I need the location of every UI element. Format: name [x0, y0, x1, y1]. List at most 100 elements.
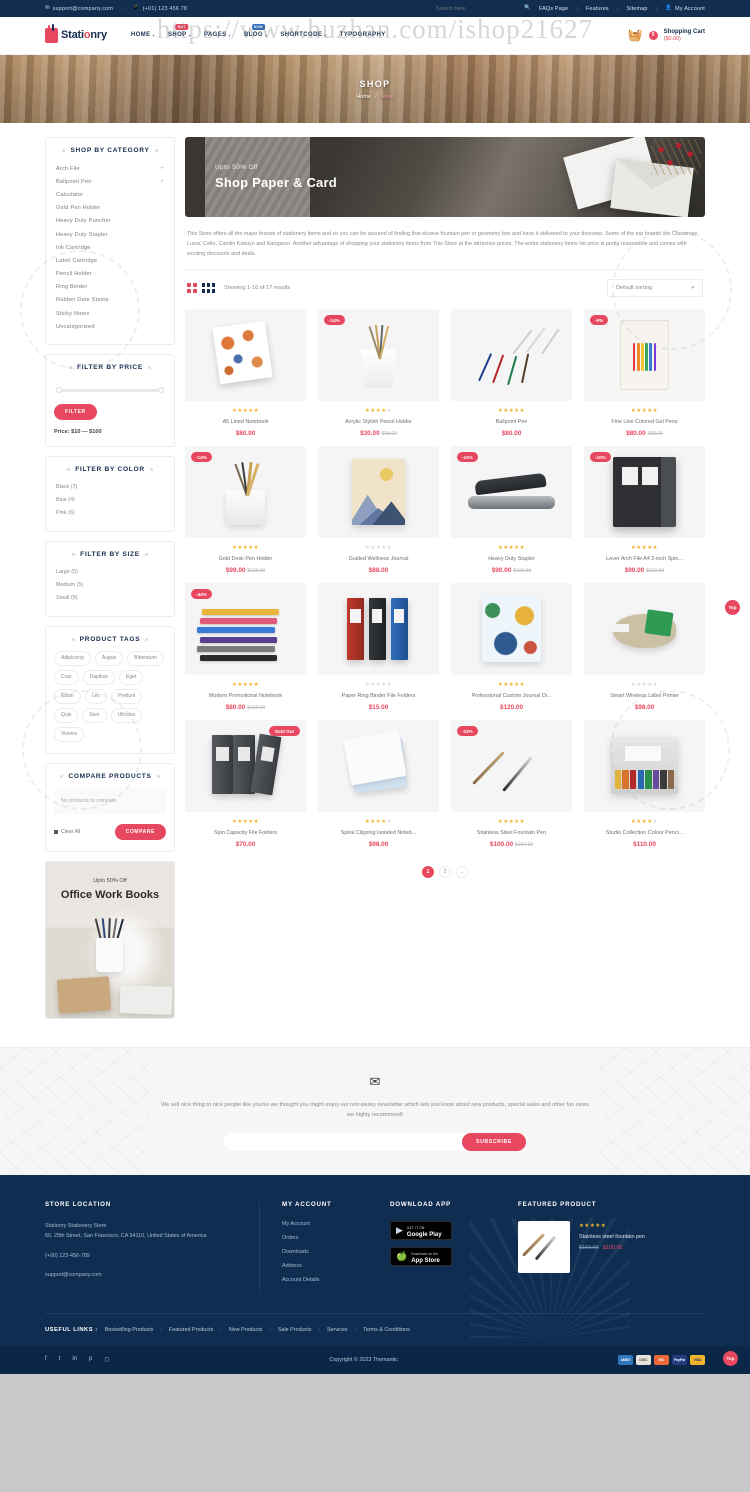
sidebar-item-calculator[interactable]: Calculator — [54, 188, 166, 201]
back-to-top-button-footer[interactable]: Top — [723, 1350, 738, 1366]
product-name[interactable]: Fine Line Colored Gel Pens — [584, 418, 705, 426]
google-play-button[interactable]: ▶ GET IT ON Google Play — [390, 1220, 452, 1240]
back-to-top-button[interactable]: Top — [725, 600, 740, 615]
topbar-link-sitemap[interactable]: Sitemap — [626, 6, 647, 12]
header-cart[interactable]: 🧺 0 Shopping Cart ($0.00) — [628, 28, 705, 43]
pinterest-icon[interactable]: p — [89, 1356, 92, 1363]
plus-icon[interactable]: + — [160, 166, 164, 172]
product-name[interactable]: Stainless Steel Fountain Pen — [451, 829, 572, 837]
color-option-black[interactable]: Black (7) — [54, 481, 166, 494]
sidebar-item-sticky-notes[interactable]: Sticky Notes — [54, 307, 166, 320]
footer-link-my-account[interactable]: My Account — [282, 1221, 372, 1227]
size-option-large[interactable]: Large (5) — [54, 566, 166, 579]
sidebar-item-label-cartridge[interactable]: Label Cartridge — [54, 254, 166, 267]
sidebar-item-heavy-duty-puncher[interactable]: Heavy Duty Puncher — [54, 215, 166, 228]
size-option-medium[interactable]: Medium (5) — [54, 579, 166, 592]
useful-link-sale[interactable]: Sale Products — [278, 1327, 312, 1333]
sidebar-item-rubber-date-stamp[interactable]: Rubber Date Stamp — [54, 294, 166, 307]
product-thumbnail[interactable] — [451, 583, 572, 676]
sidebar-item-ballpoint-pen[interactable]: Ballpoint Pen + — [54, 175, 166, 188]
nav-item-home[interactable]: HOME ▾ — [131, 32, 155, 38]
site-logo[interactable]: Stationry — [45, 23, 107, 43]
useful-link-featured[interactable]: Featured Products — [169, 1327, 213, 1333]
product-name[interactable]: Studio Collection Colour Penci... — [584, 829, 705, 837]
sidebar-item-gold-pen-holder[interactable]: Gold Pen Holder — [54, 202, 166, 215]
product-name[interactable]: A5 Lined Notebook — [185, 418, 306, 426]
color-option-pink[interactable]: Pink (6) — [54, 507, 166, 520]
price-slider-handle-max[interactable] — [158, 387, 164, 394]
page-1[interactable]: 1 — [422, 866, 434, 879]
product-name[interactable]: Spiral Clipping Isolated Noteb... — [318, 829, 439, 837]
product-card[interactable]: Sold Out ★★★★★ Spin Capacity File Folder… — [185, 720, 306, 848]
my-account-link[interactable]: 👤 My Account — [665, 5, 705, 12]
product-name[interactable]: Gold Desk Pen Holder — [185, 555, 306, 563]
tag-quis[interactable]: Quis — [54, 707, 79, 723]
product-card[interactable]: -33% ★★★★★ Stainless Steel Fountain Pen … — [451, 720, 572, 848]
page-2[interactable]: 2 — [439, 866, 451, 879]
featured-product-thumb[interactable] — [518, 1220, 570, 1273]
sidebar-item-uncategorized[interactable]: Uncategorized — [54, 320, 166, 333]
topbar-email[interactable]: ✉ support@company.com — [45, 5, 113, 12]
sidebar-item-ring-binder[interactable]: Ring Binder — [54, 281, 166, 294]
facebook-icon[interactable]: f — [45, 1356, 47, 1363]
product-card[interactable]: -14% ★★★★★ Acrylic Stylish Pencil Holder… — [318, 309, 439, 437]
nav-item-typography[interactable]: TYPOGRAPHY — [340, 32, 386, 38]
tag-sem[interactable]: Sem — [82, 707, 107, 723]
product-name[interactable]: Heavy Duty Stapler — [451, 555, 572, 563]
page-next[interactable]: → — [456, 866, 468, 879]
product-name[interactable]: Paper Ring Binder File Folders — [318, 692, 439, 700]
twitter-icon[interactable]: t — [59, 1356, 61, 1363]
size-option-small[interactable]: Small (6) — [54, 592, 166, 605]
product-name[interactable]: Guided Wellness Journal — [318, 555, 439, 563]
nav-item-blog[interactable]: NEW BLOG ▾ — [244, 24, 267, 38]
product-thumbnail[interactable] — [318, 446, 439, 539]
price-slider-handle-min[interactable] — [56, 387, 62, 394]
product-name[interactable]: Spin Capacity File Folders — [185, 829, 306, 837]
search-input[interactable] — [436, 5, 499, 12]
product-thumbnail[interactable] — [584, 583, 705, 676]
tag-adipiscing[interactable]: Adipiscing — [54, 650, 91, 666]
useful-link-services[interactable]: Services — [327, 1327, 348, 1333]
topbar-phone[interactable]: 📱 (+01) 123 456 78 — [133, 5, 187, 12]
tag-dapibus[interactable]: Dapibus — [82, 669, 115, 685]
newsletter-email-input[interactable] — [224, 1132, 475, 1151]
product-name[interactable]: Ballpoint Pen — [451, 418, 572, 426]
shop-hero-banner[interactable]: Upto 50% Off Shop Paper & Card — [185, 137, 705, 217]
product-thumbnail[interactable] — [185, 309, 306, 401]
tag-cras[interactable]: Cras — [54, 669, 79, 685]
product-card[interactable]: ★★★★★ Studio Collection Colour Penci... … — [584, 720, 705, 848]
product-card[interactable]: ★★★★★ Guided Wellness Journal $88.00 — [318, 446, 439, 574]
useful-link-bestselling[interactable]: Bestselling Products — [105, 1327, 154, 1333]
grid-view-icon[interactable] — [187, 283, 197, 293]
useful-link-new[interactable]: New Products — [229, 1327, 263, 1333]
product-card[interactable]: -44% ★★★★★ Modern Promotional Notebook $… — [185, 583, 306, 711]
product-card[interactable]: ★★★★★ Smart Wireless Label Printer $98.0… — [584, 583, 705, 711]
topbar-link-features[interactable]: Features — [586, 6, 609, 12]
footer-link-orders[interactable]: Orders — [282, 1235, 372, 1241]
product-card[interactable]: ★★★★★ Spiral Clipping Isolated Noteb... … — [318, 720, 439, 848]
product-card[interactable]: -14% ★★★★★ Gold Desk Pen Holder $99.00 $1… — [185, 446, 306, 574]
sidebar-promo-banner[interactable]: Upto 50% Off Office Work Books — [45, 860, 175, 1019]
price-slider-track[interactable] — [56, 387, 164, 394]
product-thumbnail[interactable] — [318, 583, 439, 676]
topbar-link-faqs[interactable]: FAQs Page — [539, 6, 568, 12]
search-icon[interactable]: 🔍 — [524, 5, 531, 11]
sort-dropdown[interactable]: Default sorting ▾ — [607, 279, 703, 297]
footer-link-account-details[interactable]: Account Details — [282, 1277, 372, 1283]
tag-pretium[interactable]: Pretium — [111, 688, 143, 704]
sidebar-item-pencil-holder[interactable]: Pencil Holder — [54, 268, 166, 281]
instagram-icon[interactable]: ◻ — [104, 1356, 109, 1363]
tag-augue[interactable]: Augue — [94, 650, 124, 666]
nav-item-shop[interactable]: HOT SHOP ▾ — [168, 24, 191, 38]
product-thumbnail[interactable] — [318, 720, 439, 813]
sidebar-item-ink-cartridge[interactable]: Ink Cartridge — [54, 241, 166, 254]
nav-item-shortcode[interactable]: SHORTCODE ▾ — [280, 32, 326, 38]
footer-link-downloads[interactable]: Downloads — [282, 1249, 372, 1255]
linkedin-icon[interactable]: in — [72, 1356, 77, 1363]
cart-icon[interactable]: 🧺 — [628, 28, 643, 42]
product-name[interactable]: Smart Wireless Label Printer — [584, 692, 705, 700]
search-box[interactable]: 🔍 — [436, 5, 531, 12]
compare-button[interactable]: COMPARE — [114, 823, 166, 840]
product-name[interactable]: Lever Arch File A4 2-inch Spin... — [584, 555, 705, 563]
store-email[interactable]: support@company.com — [45, 1270, 241, 1281]
